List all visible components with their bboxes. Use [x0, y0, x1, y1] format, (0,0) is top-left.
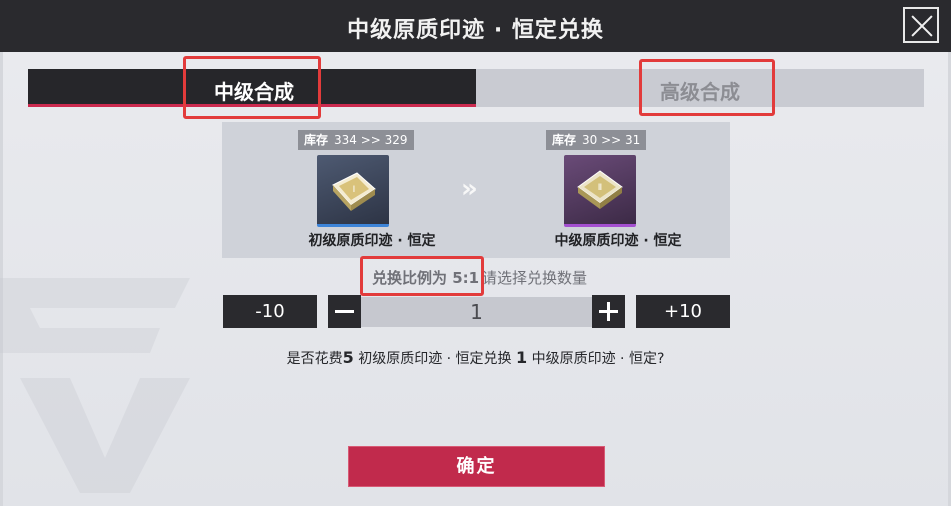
watermark-logo	[0, 278, 190, 493]
target-item: 库存 30 >> 31 Ⅱ 中级原质印迹 · 恒定	[546, 130, 706, 250]
dialog-header: 中级原质印迹 · 恒定兑换	[0, 0, 951, 52]
stock-label: 库存	[304, 133, 329, 147]
tab-intermediate-synthesis[interactable]: 中级合成	[28, 69, 476, 107]
confirmation-message: 是否花费5 初级原质印迹 · 恒定兑换 1 中级原质印迹 · 恒定?	[286, 348, 665, 367]
exchange-ratio: 兑换比例为 5:1	[372, 269, 480, 287]
quantity-stepper[interactable]: 1	[361, 297, 592, 327]
stock-badge: 库存 334 >> 329	[298, 130, 414, 150]
svg-text:Ⅰ: Ⅰ	[353, 185, 356, 195]
tab-advanced-synthesis[interactable]: 高级合成	[476, 69, 924, 107]
stock-label: 库存	[552, 133, 577, 147]
svg-text:Ⅱ: Ⅱ	[598, 183, 602, 193]
close-icon[interactable]	[903, 7, 939, 43]
confirm-button[interactable]: 确定	[348, 446, 605, 487]
double-arrow-icon: »	[461, 174, 478, 204]
source-item: 库存 334 >> 329 Ⅰ 初级原质印迹 · 恒定	[298, 130, 458, 250]
tab-label: 高级合成	[660, 80, 740, 104]
stock-change: 30 >> 31	[582, 133, 641, 147]
tab-label: 中级合成	[214, 80, 294, 104]
stock-badge: 库存 30 >> 31	[546, 130, 647, 150]
dialog-title: 中级原质印迹 · 恒定兑换	[347, 18, 604, 43]
source-item-name: 初级原质印迹 · 恒定	[308, 233, 436, 249]
minus-button[interactable]	[328, 295, 361, 328]
plus-button[interactable]	[592, 295, 625, 328]
stock-change: 334 >> 329	[334, 133, 408, 147]
imprint-chip-icon[interactable]: Ⅰ	[317, 155, 389, 227]
minus-icon	[335, 310, 354, 313]
plus-10-button[interactable]: +10	[636, 295, 730, 328]
target-item-name: 中级原质印迹 · 恒定	[554, 233, 682, 249]
exchange-hint: 请选择兑换数量	[482, 269, 588, 287]
imprint-chip-icon[interactable]: Ⅱ	[564, 155, 636, 227]
minus-10-button[interactable]: -10	[223, 295, 317, 328]
